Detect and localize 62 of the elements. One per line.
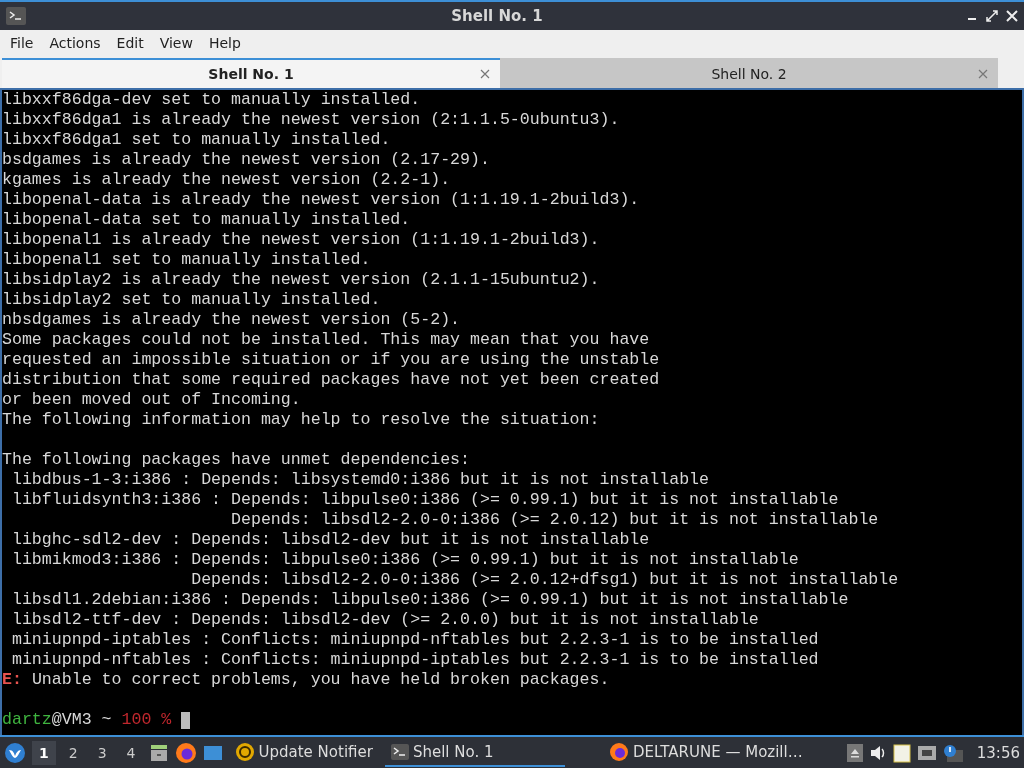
- terminal-line: miniupnpd-iptables : Conflicts: miniupnpd-nftables but 2.2.3-1 is to be installed: [10, 630, 820, 650]
- speaker-icon[interactable]: [868, 743, 887, 762]
- terminal-icon: [390, 743, 409, 760]
- terminal-line: bsdgames is already the newest version (2.17-29).: [2, 150, 491, 170]
- terminal-line: libfluidsynth3:i386 : Depends: libpulse0:i386 (>= 0.99.1) but it is not installable: [10, 490, 840, 510]
- terminal-line: kgames is already the newest version (2.2-1).: [2, 170, 452, 190]
- maximize-icon[interactable]: [986, 10, 998, 22]
- taskbar-task[interactable]: Update Notifier: [228, 738, 379, 767]
- desktop-icon[interactable]: [202, 743, 223, 762]
- firefox-icon[interactable]: [174, 741, 197, 764]
- menu-item[interactable]: File: [2, 35, 42, 51]
- clock: 13:56: [976, 743, 1020, 762]
- workspace-button[interactable]: 1: [32, 740, 56, 765]
- terminal-line: Some packages could not be installed. This may mean that you have: [2, 330, 651, 350]
- terminal-line: libmikmod3:i386 : Depends: libpulse0:i386 (>= 0.99.1) but it is not installable: [10, 550, 800, 570]
- menu-item[interactable]: View: [151, 35, 201, 51]
- terminal-line: Depends: libsdl2-2.0-0:i386 (>= 2.0.12) but it is not installable: [230, 510, 880, 530]
- terminal-line: libxxf86dga1 is already the newest version (2:1.1.5-0ubuntu3).: [2, 110, 621, 130]
- terminal-line: libopenal1 set to manually installed.: [2, 250, 372, 270]
- menu-item[interactable]: Edit: [108, 35, 152, 51]
- terminal-line: libopenal-data is already the newest version (1:1.19.1-2build3).: [2, 190, 641, 210]
- eject-icon[interactable]: [846, 743, 863, 762]
- terminal-line: libghc-sdl2-dev : Depends: libsdl2-dev but it is not installable: [10, 530, 651, 550]
- notification-icon[interactable]: [942, 743, 963, 762]
- prompt-user: dartz: [2, 710, 52, 730]
- terminal-line: libxxf86dga-dev set to manually installed.: [2, 90, 422, 110]
- firefox-icon: [609, 741, 629, 762]
- terminal-line: The following information may help to resolve the situation:: [2, 410, 601, 430]
- workspace-button[interactable]: 4: [119, 740, 143, 765]
- menu-item[interactable]: Help: [200, 35, 249, 51]
- terminal-line: libopenal-data set to manually installed.: [2, 210, 412, 230]
- menu-item[interactable]: Actions: [41, 35, 109, 51]
- clipboard-icon[interactable]: [892, 742, 911, 763]
- terminal-line: distribution that some required packages have not yet been created: [2, 370, 661, 390]
- terminal-line: libsidplay2 is already the newest version (2.1.1-15ubuntu2).: [2, 270, 601, 290]
- terminal-line: libsdl1.2debian:i386 : Depends: libpulse0:i386 (>= 0.99.1) but it is not installable: [10, 590, 850, 610]
- terminal-line: or been moved out of Incoming.: [2, 390, 302, 410]
- terminal-icon: [6, 7, 26, 25]
- taskbar-task[interactable]: DELTARUNE — Mozill…: [603, 738, 809, 767]
- tab[interactable]: Shell No. 2: [500, 58, 998, 88]
- terminal-line: libsidplay2 set to manually installed.: [2, 290, 382, 310]
- window-title: Shell No. 1: [450, 7, 544, 25]
- prompt-status: 100 %: [121, 710, 172, 730]
- terminal-line: libdbus-1-3:i386 : Depends: libsystemd0:i386 but it is not installable: [10, 470, 710, 490]
- network-icon[interactable]: [916, 743, 937, 762]
- terminal-line: requested an impossible situation or if you are using the unstable: [2, 350, 661, 370]
- workspace-button[interactable]: 3: [90, 740, 114, 765]
- terminal-line: libopenal1 is already the newest version (1:1.19.1-2build3).: [2, 230, 601, 250]
- terminal-line: Unable to correct problems, you have held broken packages.: [30, 670, 610, 689]
- terminal-line: libsdl2-ttf-dev : Depends: libsdl2-dev (>= 2.0.0) but it is not installable: [10, 610, 760, 630]
- taskbar-task[interactable]: Shell No. 1: [384, 738, 565, 767]
- error-prefix: E:: [2, 670, 22, 689]
- tab[interactable]: Shell No. 1: [2, 58, 500, 88]
- terminal-line: libxxf86dga1 set to manually installed.: [2, 130, 392, 150]
- prompt-host: @VM3 ~: [51, 710, 113, 730]
- cursor: [181, 711, 191, 729]
- terminal-line: Depends: libsdl2-2.0-0:i386 (>= 2.0.12+dfsg1) but it is not installable: [190, 570, 900, 590]
- terminal-line: The following packages have unmet dependencies:: [2, 450, 472, 470]
- terminal-line: miniupnpd-nftables : Conflicts: miniupnpd-iptables but 2.2.3-1 is to be installed: [10, 650, 820, 670]
- file-cabinet-icon[interactable]: [148, 742, 169, 763]
- terminal-line: nbsdgames is already the newest version (5-2).: [2, 310, 462, 330]
- workspace-button[interactable]: 2: [61, 740, 85, 765]
